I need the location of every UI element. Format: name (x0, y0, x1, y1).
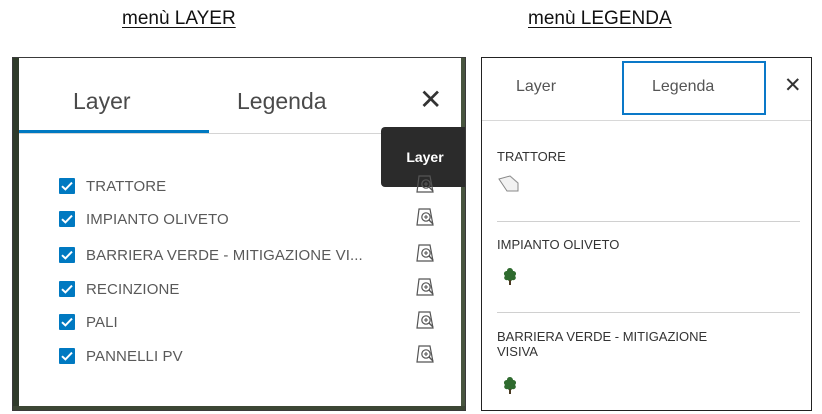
zoom-to-icon[interactable] (415, 309, 437, 331)
legend-entry-title: TRATTORE (497, 149, 566, 164)
layer-label: PANNELLI PV (86, 347, 183, 365)
layer-checkbox[interactable] (59, 348, 75, 364)
tree-icon (503, 268, 517, 285)
layer-checkbox[interactable] (59, 211, 75, 227)
layer-label: BARRIERA VERDE - MITIGAZIONE VI... (86, 246, 363, 264)
layer-checkbox[interactable] (59, 178, 75, 194)
tab-layer[interactable]: Layer (73, 88, 131, 115)
layer-row[interactable]: IMPIANTO OLIVETO (59, 207, 459, 231)
close-icon[interactable]: ✕ (419, 86, 442, 114)
legend-panel: Layer Legenda ✕ TRATTORE IMPIANTO OLIVET… (481, 57, 812, 411)
caption-legend-menu: menù LEGENDA (528, 8, 672, 29)
legend-entry: BARRIERA VERDE - MITIGAZIONE VISIVA (497, 329, 797, 394)
legend-entry: TRATTORE (497, 149, 797, 192)
zoom-to-icon[interactable] (415, 206, 437, 228)
legend-panel-tabs: Layer Legenda ✕ (482, 58, 811, 121)
layer-row[interactable]: TRATTORE (59, 174, 459, 198)
legend-entry-title: BARRIERA VERDE - MITIGAZIONE VISIVA (497, 329, 708, 359)
legend-entry: IMPIANTO OLIVETO (497, 237, 797, 285)
layer-row[interactable]: RECINZIONE (59, 277, 459, 301)
zoom-to-icon[interactable] (415, 242, 437, 264)
layer-label: RECINZIONE (86, 280, 180, 298)
layer-label: TRATTORE (86, 177, 167, 195)
layer-label: IMPIANTO OLIVETO (86, 210, 229, 228)
layer-checkbox[interactable] (59, 281, 75, 297)
layer-checkbox[interactable] (59, 247, 75, 263)
caption-layer-menu: menù LAYER (122, 8, 236, 29)
layer-checkbox[interactable] (59, 314, 75, 330)
layer-row[interactable]: PANNELLI PV (59, 344, 459, 368)
layer-panel-tabs: Layer Legenda ✕ (19, 66, 461, 134)
tree-icon (503, 377, 517, 394)
close-icon[interactable]: ✕ (784, 73, 802, 98)
tab-legenda[interactable]: Legenda (237, 88, 327, 115)
tab-layer[interactable]: Layer (516, 78, 556, 96)
tractor-shape-icon (498, 175, 519, 192)
layer-panel: Layer Legenda ✕ Layer TRATTORE IMPIANTO … (12, 57, 466, 411)
zoom-to-icon[interactable] (415, 276, 437, 298)
zoom-to-icon[interactable] (415, 343, 437, 365)
layer-label: PALI (86, 313, 118, 331)
tab-legenda[interactable]: Legenda (652, 78, 714, 96)
layer-row[interactable]: BARRIERA VERDE - MITIGAZIONE VI... (59, 243, 459, 267)
zoom-to-icon[interactable] (415, 173, 437, 195)
layer-row[interactable]: PALI (59, 310, 459, 334)
legend-entry-title: IMPIANTO OLIVETO (497, 237, 620, 252)
